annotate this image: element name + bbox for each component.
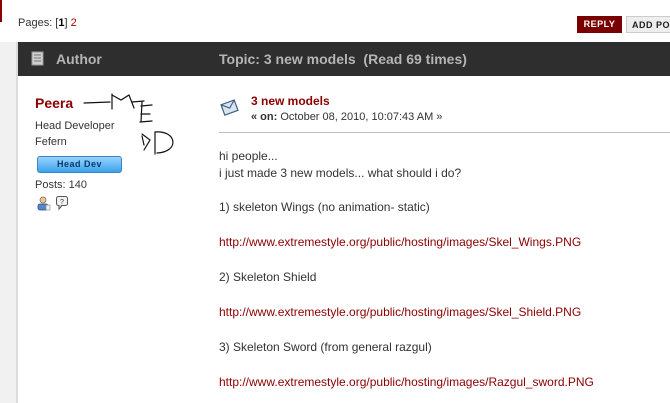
skel-shield-link[interactable]: http://www.extremestyle.org/public/hosti… bbox=[219, 305, 581, 319]
pagination-page-2-link[interactable]: 2 bbox=[71, 17, 77, 29]
post-line-1: hi people... bbox=[219, 149, 278, 163]
poster-name-link[interactable]: Peera bbox=[35, 95, 73, 111]
poster-location: Fefern bbox=[35, 136, 67, 148]
post: Peera Head Developer Fefern Head Dev Pos… bbox=[18, 76, 670, 403]
post-line-5: 2) Skeleton Shield bbox=[219, 270, 317, 284]
scribble-drawing bbox=[83, 93, 174, 155]
post-line-2: i just made 3 new models... what should … bbox=[219, 166, 462, 180]
post-line-7: 3) Skeleton Sword (from general razgul) bbox=[219, 340, 432, 354]
post-date-value: October 08, 2010, 10:07:43 AM » bbox=[280, 111, 443, 123]
post-line-3: 1) skeleton Wings (no animation- static) bbox=[219, 200, 430, 214]
razgul-sword-link[interactable]: http://www.extremestyle.org/public/hosti… bbox=[219, 375, 594, 389]
post-subject-link[interactable]: 3 new models bbox=[251, 94, 330, 108]
top-bar: Pages: [1] 2 REPLY ADD PO bbox=[0, 0, 670, 42]
pagination-label: Pages: bbox=[18, 17, 53, 29]
topic-title: Topic: 3 new models (Read 69 times) bbox=[219, 51, 467, 67]
reply-button[interactable]: REPLY bbox=[577, 16, 622, 33]
post-message-icon bbox=[220, 99, 239, 116]
left-frame bbox=[0, 42, 18, 403]
skel-wings-link[interactable]: http://www.extremestyle.org/public/hosti… bbox=[219, 235, 581, 249]
post-count: Posts: 140 bbox=[35, 179, 87, 191]
left-accent-strip bbox=[0, 0, 2, 22]
author-column-label: Author bbox=[56, 51, 102, 67]
topic-header: Author Topic: 3 new models (Read 69 time… bbox=[18, 42, 670, 76]
profile-icon[interactable] bbox=[37, 195, 51, 211]
post-date-prefix: « on: bbox=[251, 111, 278, 123]
document-icon bbox=[31, 51, 44, 66]
svg-text:?: ? bbox=[60, 199, 64, 206]
pagination-current: 1 bbox=[58, 17, 65, 29]
post-separator bbox=[219, 132, 670, 133]
post-date: « on: October 08, 2010, 10:07:43 AM » bbox=[251, 111, 442, 123]
pagination: Pages: [1] 2 bbox=[18, 17, 77, 29]
add-poll-button[interactable]: ADD PO bbox=[626, 16, 670, 33]
message-icon[interactable]: ? bbox=[55, 195, 69, 211]
